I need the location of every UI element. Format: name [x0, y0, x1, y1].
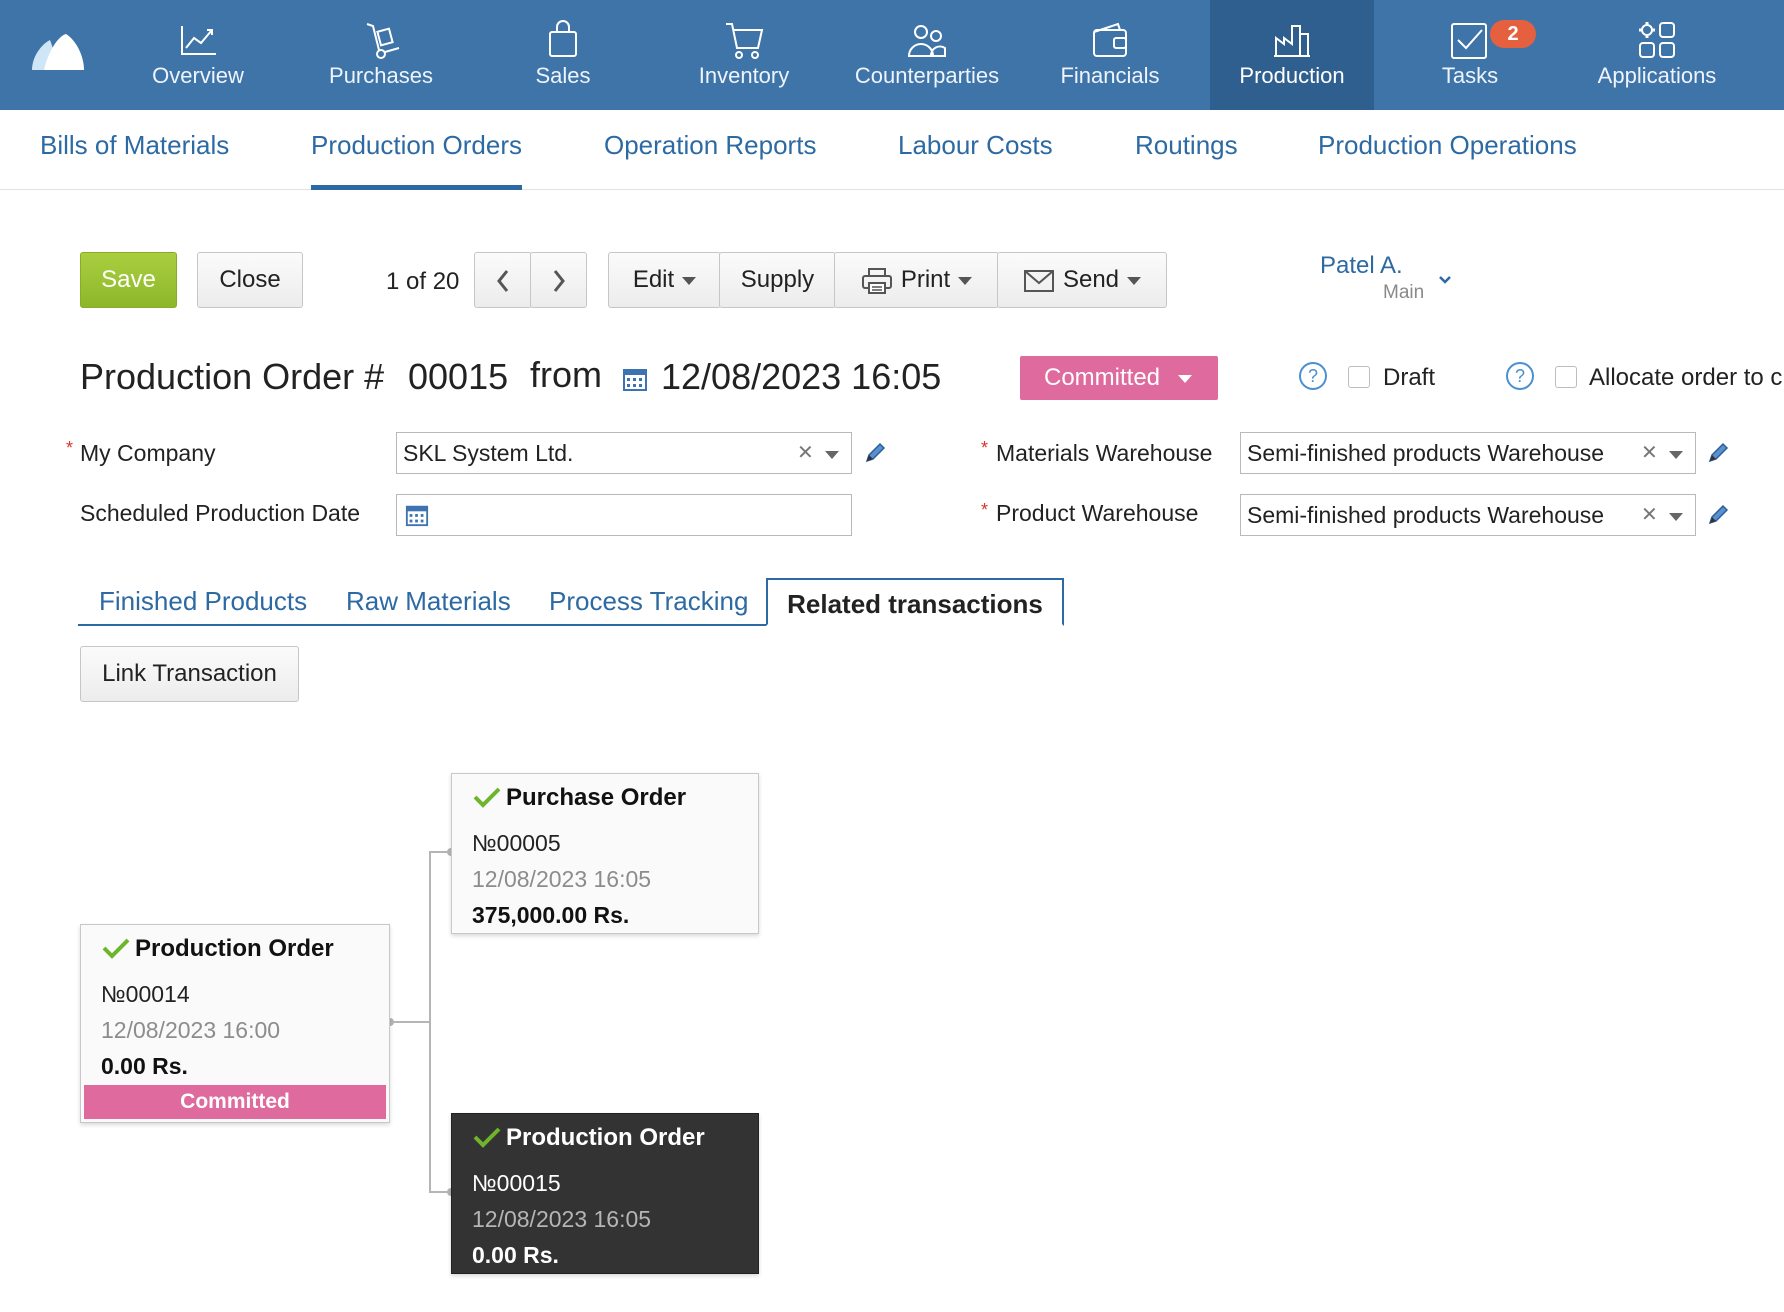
transaction-card-current-production-order[interactable]: Production Order №00015 12/08/2023 16:05… [451, 1113, 759, 1274]
checkmark-icon [473, 1127, 501, 1148]
transaction-card-purchase-order[interactable]: Purchase Order №00005 12/08/2023 16:05 3… [451, 773, 759, 934]
card-number: №00015 [472, 1170, 561, 1196]
card-title-text: Production Order [506, 1124, 705, 1151]
card-title-text: Purchase Order [506, 784, 687, 811]
card-date: 12/08/2023 16:05 [472, 866, 652, 892]
checkmark-icon [473, 787, 501, 808]
card-status-badge: Committed [84, 1085, 386, 1119]
card-amount: 375,000.00 Rs. [472, 902, 630, 928]
card-number: №00005 [472, 830, 561, 856]
transaction-card-parent-production-order[interactable]: Production Order №00014 12/08/2023 16:00… [80, 924, 390, 1123]
card-title: Purchase Order [472, 784, 686, 812]
card-number: №00014 [101, 981, 190, 1007]
card-amount: 0.00 Rs. [472, 1242, 559, 1268]
checkmark-icon [102, 938, 130, 959]
card-title: Production Order [101, 935, 334, 963]
card-title-text: Production Order [135, 935, 334, 962]
card-title: Production Order [472, 1124, 705, 1152]
card-date: 12/08/2023 16:05 [472, 1206, 652, 1232]
card-date: 12/08/2023 16:00 [101, 1017, 281, 1043]
card-amount: 0.00 Rs. [101, 1053, 188, 1079]
